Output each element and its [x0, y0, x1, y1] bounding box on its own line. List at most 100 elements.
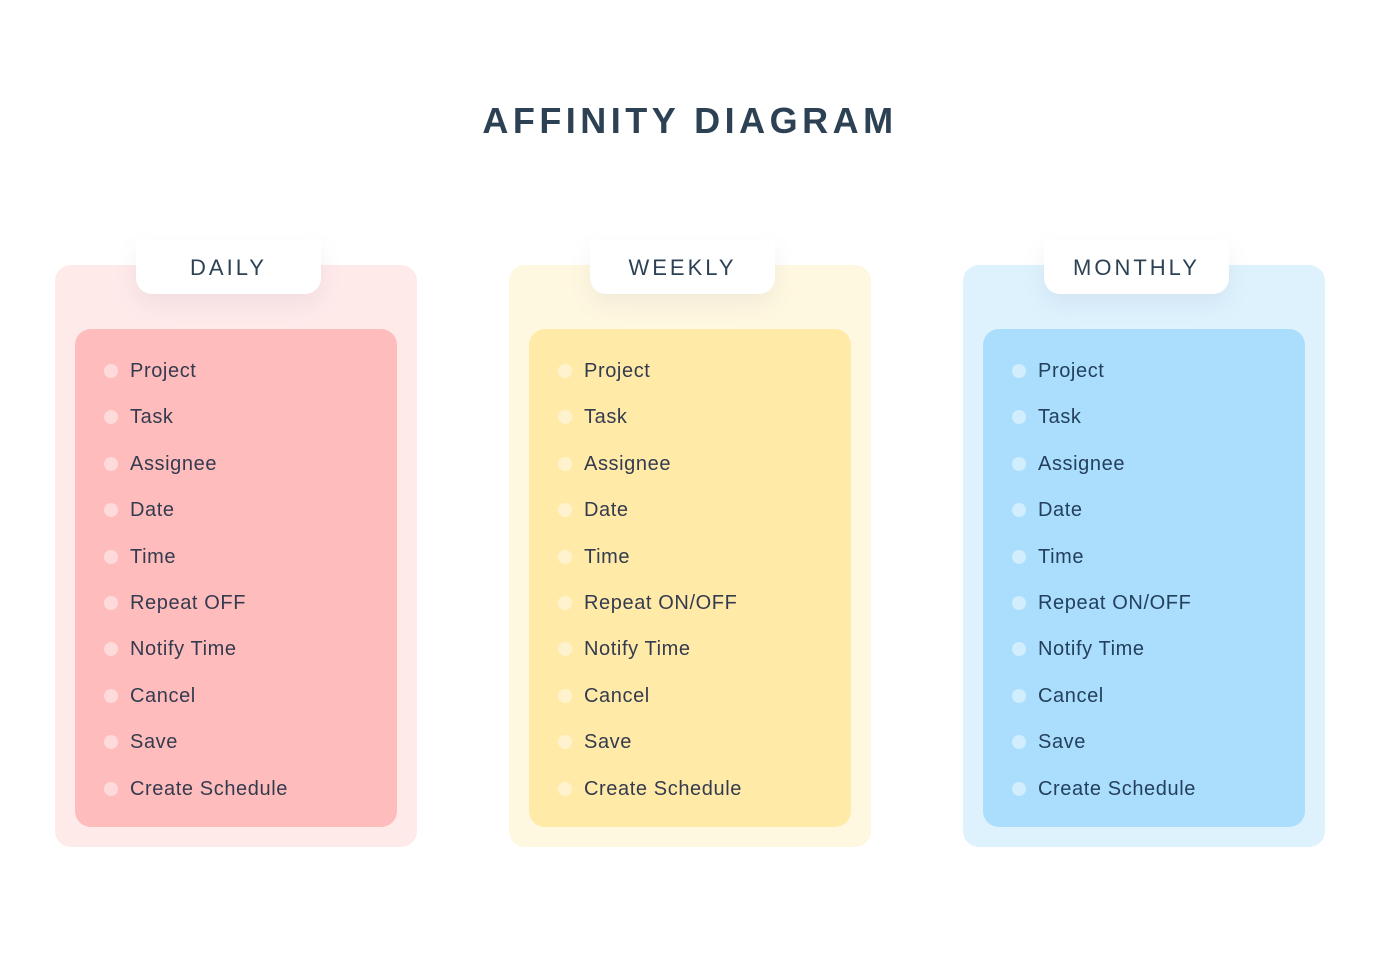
- bullet-icon: [558, 364, 572, 378]
- bullet-icon: [558, 410, 572, 425]
- bullet-icon: [104, 688, 118, 703]
- list-item: Date: [529, 495, 851, 525]
- list-item: Date: [983, 495, 1305, 525]
- item-label: Create Schedule: [1038, 777, 1196, 800]
- list-item: Project: [529, 356, 851, 386]
- column-label: DAILY: [190, 255, 267, 280]
- list-item: Create Schedule: [75, 774, 397, 804]
- list-item: Notify Time: [983, 634, 1305, 664]
- bullet-icon: [558, 735, 572, 750]
- bullet-icon: [1012, 735, 1026, 750]
- bullet-icon: [104, 642, 118, 657]
- item-label: Date: [1038, 499, 1083, 522]
- bullet-icon: [104, 364, 118, 378]
- bullet-icon: [558, 781, 572, 796]
- list-item: Save: [983, 727, 1305, 757]
- list-item: Notify Time: [75, 634, 397, 664]
- item-label: Task: [1038, 406, 1082, 429]
- column-daily: DAILY Project Task Assignee Date Time Repeat …: [55, 240, 417, 847]
- list-item: Assignee: [983, 449, 1305, 479]
- list-item: Create Schedule: [529, 774, 851, 804]
- list-item: Repeat ON/OFF: [529, 588, 851, 618]
- item-label: Save: [130, 731, 178, 754]
- item-label: Cancel: [1038, 684, 1104, 707]
- column-monthly: MONTHLY Project Task Assignee Date Time Repea…: [963, 240, 1325, 847]
- list-item: Task: [529, 402, 851, 432]
- item-label: Repeat ON/OFF: [1038, 592, 1192, 614]
- item-label: Task: [584, 406, 628, 429]
- item-label: Notify Time: [584, 638, 691, 661]
- item-label: Assignee: [584, 452, 672, 475]
- bullet-icon: [558, 688, 572, 703]
- item-label: Task: [130, 406, 174, 429]
- item-label: Cancel: [130, 684, 196, 707]
- column-weekly: WEEKLY Project Task Assignee Date Time Repeat…: [509, 240, 871, 847]
- column-header-tab: WEEKLY: [590, 240, 775, 294]
- item-label: Create Schedule: [130, 777, 288, 800]
- item-label: Date: [584, 499, 629, 522]
- affinity-diagram: AFFINITY DIAGRAM DAILY Project Task Assign…: [0, 0, 1380, 977]
- item-label: Time: [130, 545, 177, 568]
- bullet-icon: [104, 735, 118, 750]
- list-item: Cancel: [75, 681, 397, 711]
- bullet-icon: [558, 642, 572, 657]
- list-item: Time: [75, 542, 397, 572]
- list-item: Assignee: [75, 449, 397, 479]
- list-item: Assignee: [529, 449, 851, 479]
- list-item: Cancel: [983, 681, 1305, 711]
- items-card: Project Task Assignee Date Time Repeat OFF Not…: [75, 329, 397, 827]
- bullet-icon: [1012, 456, 1026, 471]
- bullet-icon: [104, 549, 118, 564]
- list-item: Date: [75, 495, 397, 525]
- bullet-icon: [1012, 688, 1026, 703]
- item-label: Assignee: [1038, 452, 1126, 475]
- item-label: Repeat OFF: [130, 592, 247, 614]
- list-item: Task: [75, 402, 397, 432]
- item-label: Repeat ON/OFF: [584, 592, 738, 614]
- bullet-icon: [558, 596, 572, 610]
- item-label: Notify Time: [1038, 638, 1145, 661]
- list-item: Task: [983, 402, 1305, 432]
- column-header-tab: DAILY: [136, 240, 321, 294]
- bullet-icon: [1012, 549, 1026, 564]
- item-label: Notify Time: [130, 638, 237, 661]
- list-item: Time: [983, 542, 1305, 572]
- diagram-title: AFFINITY DIAGRAM: [482, 100, 898, 141]
- bullet-icon: [104, 596, 118, 610]
- item-label: Cancel: [584, 684, 650, 707]
- bullet-icon: [558, 503, 572, 518]
- bullet-icon: [104, 503, 118, 518]
- list-item: Notify Time: [529, 634, 851, 664]
- list-item: Save: [529, 727, 851, 757]
- bullet-icon: [1012, 642, 1026, 657]
- bullet-icon: [1012, 364, 1026, 378]
- item-label: Time: [1038, 545, 1085, 568]
- bullet-icon: [104, 781, 118, 796]
- list-item: Project: [75, 356, 397, 386]
- bullet-icon: [1012, 503, 1026, 518]
- item-label: Date: [130, 499, 175, 522]
- item-label: Save: [1038, 731, 1086, 754]
- list-item: Repeat ON/OFF: [983, 588, 1305, 618]
- list-item: Cancel: [529, 681, 851, 711]
- item-label: Assignee: [130, 452, 218, 475]
- bullet-icon: [1012, 781, 1026, 796]
- list-item: Create Schedule: [983, 774, 1305, 804]
- column-label: WEEKLY: [628, 255, 737, 280]
- item-label: Save: [584, 731, 632, 754]
- list-item: Time: [529, 542, 851, 572]
- list-item: Project: [983, 356, 1305, 386]
- item-label: Project: [584, 360, 651, 382]
- bullet-icon: [104, 456, 118, 471]
- bullet-icon: [104, 410, 118, 425]
- list-item: Repeat OFF: [75, 588, 397, 618]
- bullet-icon: [1012, 410, 1026, 425]
- column-label: MONTHLY: [1073, 255, 1200, 280]
- bullet-icon: [558, 549, 572, 564]
- items-card: Project Task Assignee Date Time Repeat ON/OFF…: [983, 329, 1305, 827]
- items-card: Project Task Assignee Date Time Repeat ON/OFF…: [529, 329, 851, 827]
- item-label: Project: [130, 360, 197, 382]
- bullet-icon: [558, 456, 572, 471]
- item-label: Project: [1038, 360, 1105, 382]
- item-label: Time: [584, 545, 631, 568]
